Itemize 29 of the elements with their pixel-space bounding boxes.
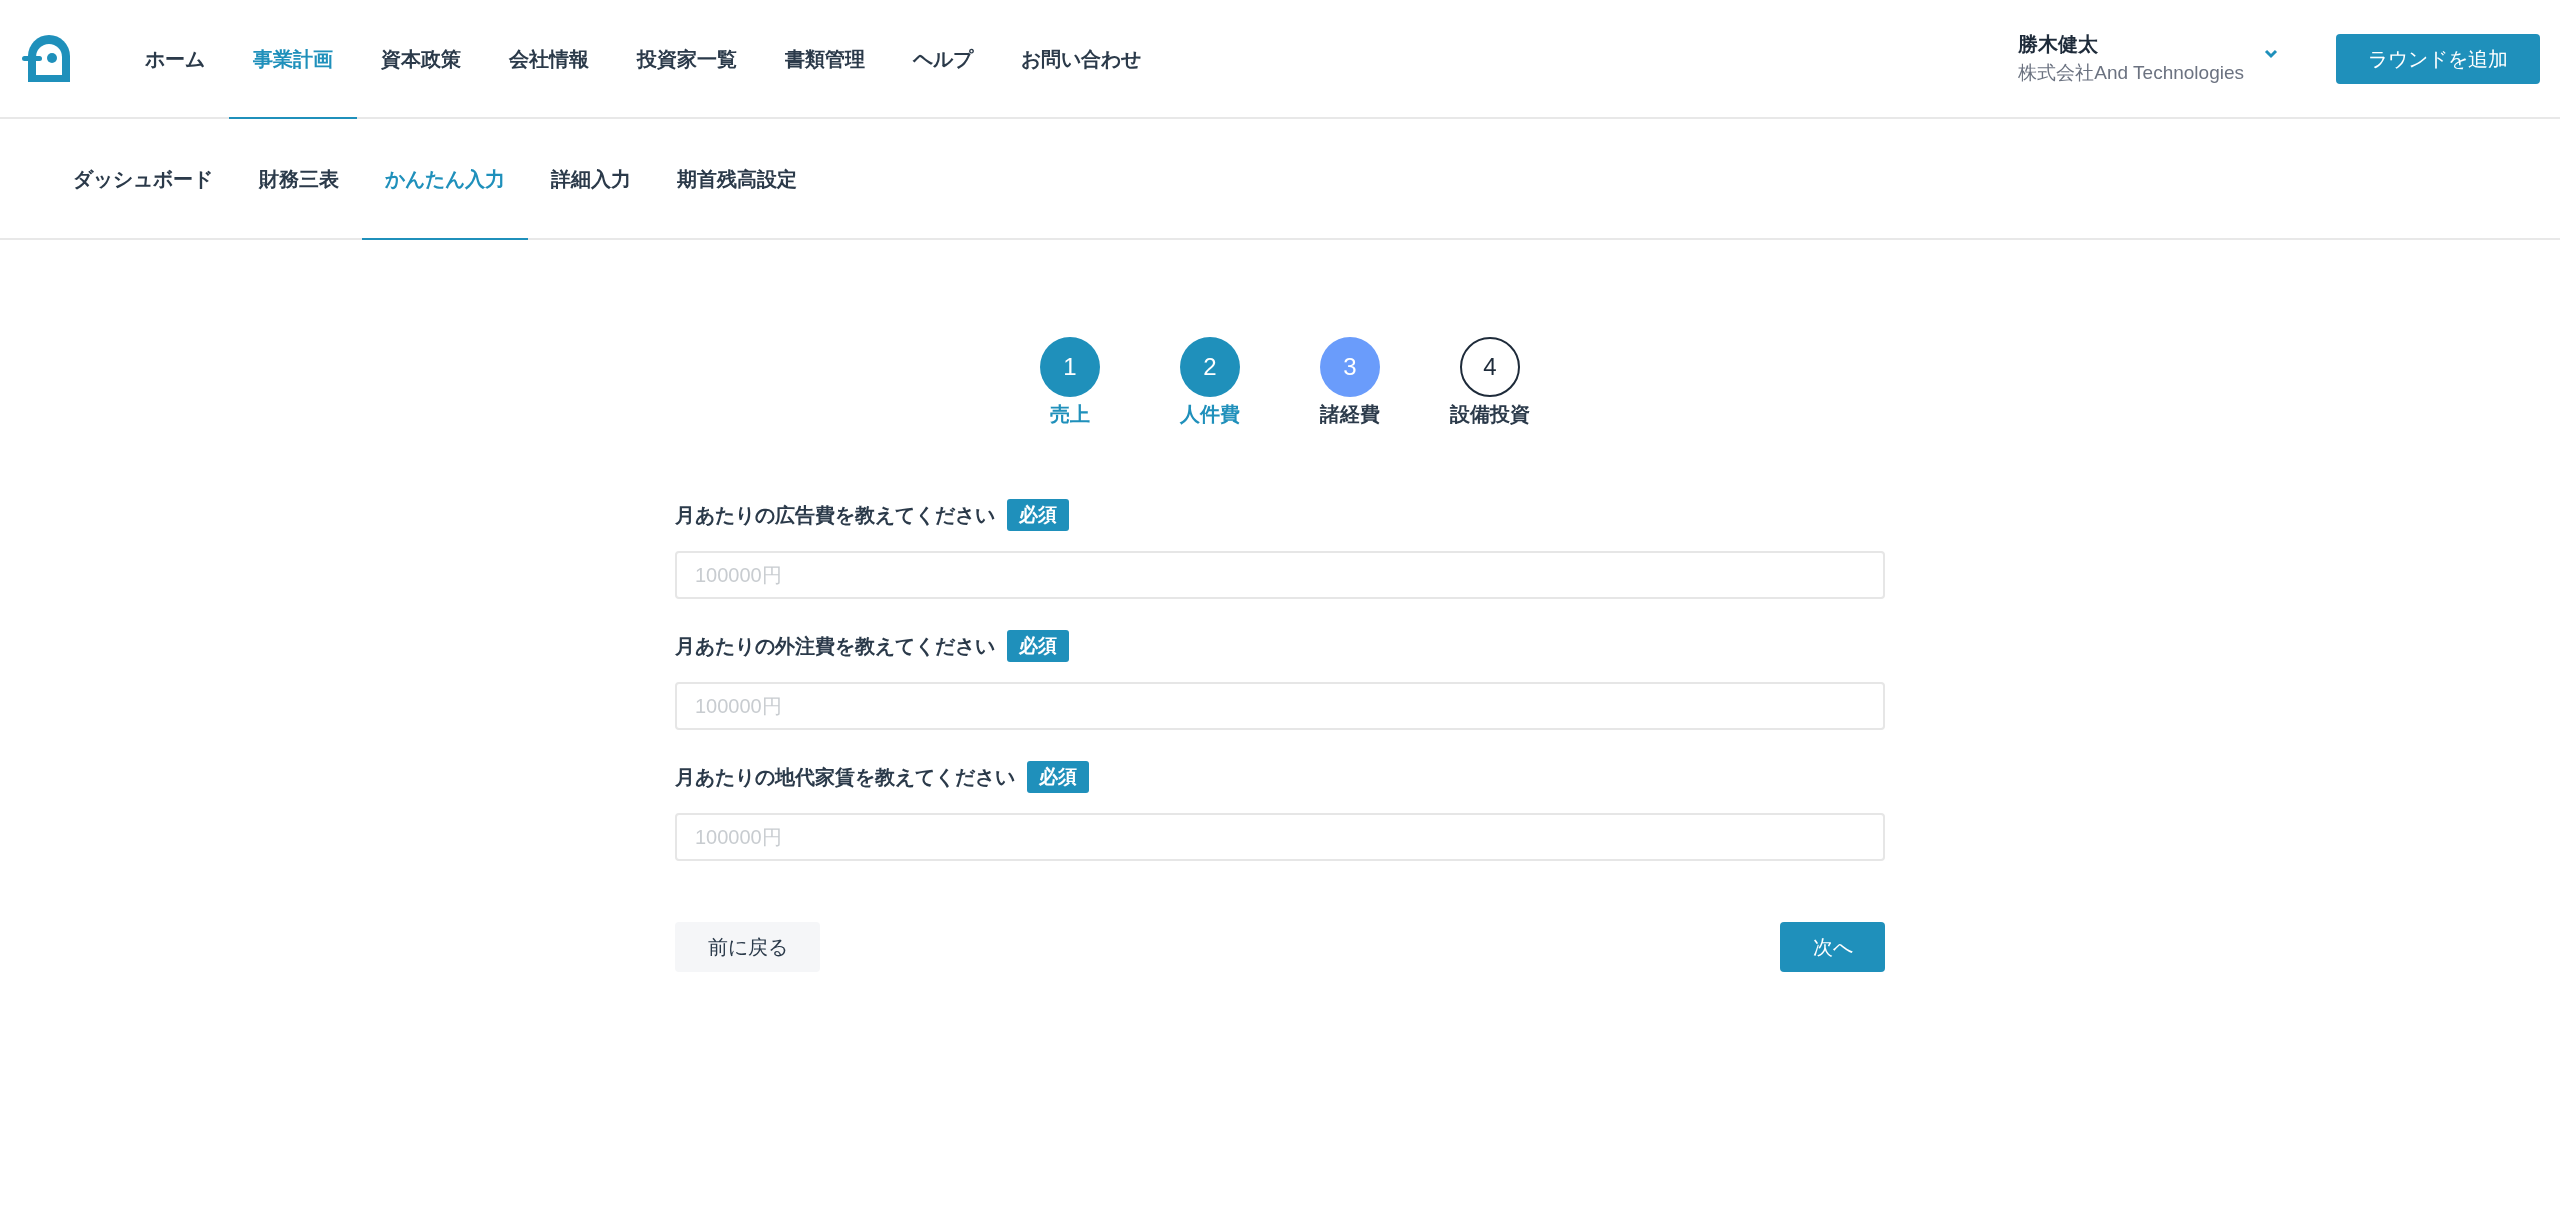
nav-tab[interactable]: ホーム bbox=[121, 0, 229, 119]
nav-tab[interactable]: ヘルプ bbox=[889, 0, 997, 119]
subnav-tab[interactable]: かんたん入力 bbox=[362, 119, 528, 240]
field-label: 月あたりの広告費を教えてください bbox=[675, 503, 995, 528]
required-tag: 必須 bbox=[1027, 761, 1089, 793]
subnav-tab[interactable]: 期首残高設定 bbox=[654, 119, 820, 240]
step-label: 設備投資 bbox=[1450, 402, 1530, 427]
nav-tab[interactable]: 資本政策 bbox=[357, 0, 485, 119]
step-label: 売上 bbox=[1050, 402, 1090, 427]
user-name: 勝木健太 bbox=[2018, 32, 2100, 58]
subnav-tab[interactable]: 財務三表 bbox=[236, 119, 362, 240]
add-round-button[interactable]: ラウンドを追加 bbox=[2336, 33, 2540, 84]
nav-tab[interactable]: 会社情報 bbox=[485, 0, 613, 119]
required-tag: 必須 bbox=[1007, 499, 1069, 531]
company-name: 株式会社And Technologies bbox=[2018, 61, 2244, 86]
field-label: 月あたりの地代家賃を教えてください bbox=[675, 765, 1015, 790]
required-tag: 必須 bbox=[1007, 630, 1069, 662]
nav-tab[interactable]: お問い合わせ bbox=[997, 0, 1165, 119]
field-label: 月あたりの外注費を教えてください bbox=[675, 634, 995, 659]
step-label: 諸経費 bbox=[1320, 402, 1380, 427]
step-label: 人件費 bbox=[1180, 402, 1240, 427]
nav-tab[interactable]: 事業計画 bbox=[229, 0, 357, 119]
nav-tab[interactable]: 書類管理 bbox=[761, 0, 889, 119]
next-button[interactable]: 次へ bbox=[1780, 922, 1885, 972]
subnav-tab[interactable]: ダッシュボード bbox=[50, 119, 236, 240]
back-button[interactable]: 前に戻る bbox=[675, 922, 820, 972]
chevron-down-icon[interactable] bbox=[2264, 48, 2278, 59]
nav-tab[interactable]: 投資家一覧 bbox=[613, 0, 761, 119]
subnav-tab[interactable]: 詳細入力 bbox=[528, 119, 654, 240]
